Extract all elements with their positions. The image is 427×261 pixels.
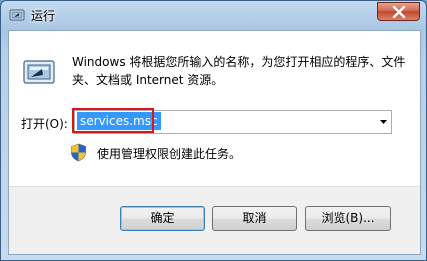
window-title: 运行 bbox=[31, 9, 56, 23]
open-combobox[interactable]: services.msc bbox=[72, 108, 392, 134]
input-highlight-box bbox=[72, 108, 154, 133]
run-app-icon bbox=[9, 7, 25, 23]
cancel-button[interactable]: 取消 bbox=[212, 206, 297, 231]
browse-button[interactable]: 浏览(B)... bbox=[305, 206, 391, 231]
dialog-description: Windows 将根据您所输入的名称，为您打开相应的程序、文件夹、文档或 Int… bbox=[72, 55, 406, 87]
ok-button[interactable]: 确定 bbox=[120, 206, 205, 231]
close-button[interactable] bbox=[377, 2, 420, 21]
admin-privilege-note: 使用管理权限创建此任务。 bbox=[97, 147, 242, 161]
title-bar[interactable]: 运行 bbox=[1, 1, 426, 29]
uac-shield-icon bbox=[70, 143, 87, 162]
run-dialog-window: 运行 Windows 将根据您所输入的名称，为您打开相应的程序、文件夹、文档或 … bbox=[0, 0, 427, 261]
close-icon bbox=[392, 6, 406, 18]
chevron-down-icon[interactable] bbox=[380, 120, 387, 124]
open-label: 打开(O): bbox=[21, 117, 68, 131]
dialog-body: Windows 将根据您所输入的名称，为您打开相应的程序、文件夹、文档或 Int… bbox=[8, 30, 421, 255]
run-program-icon bbox=[22, 56, 56, 88]
